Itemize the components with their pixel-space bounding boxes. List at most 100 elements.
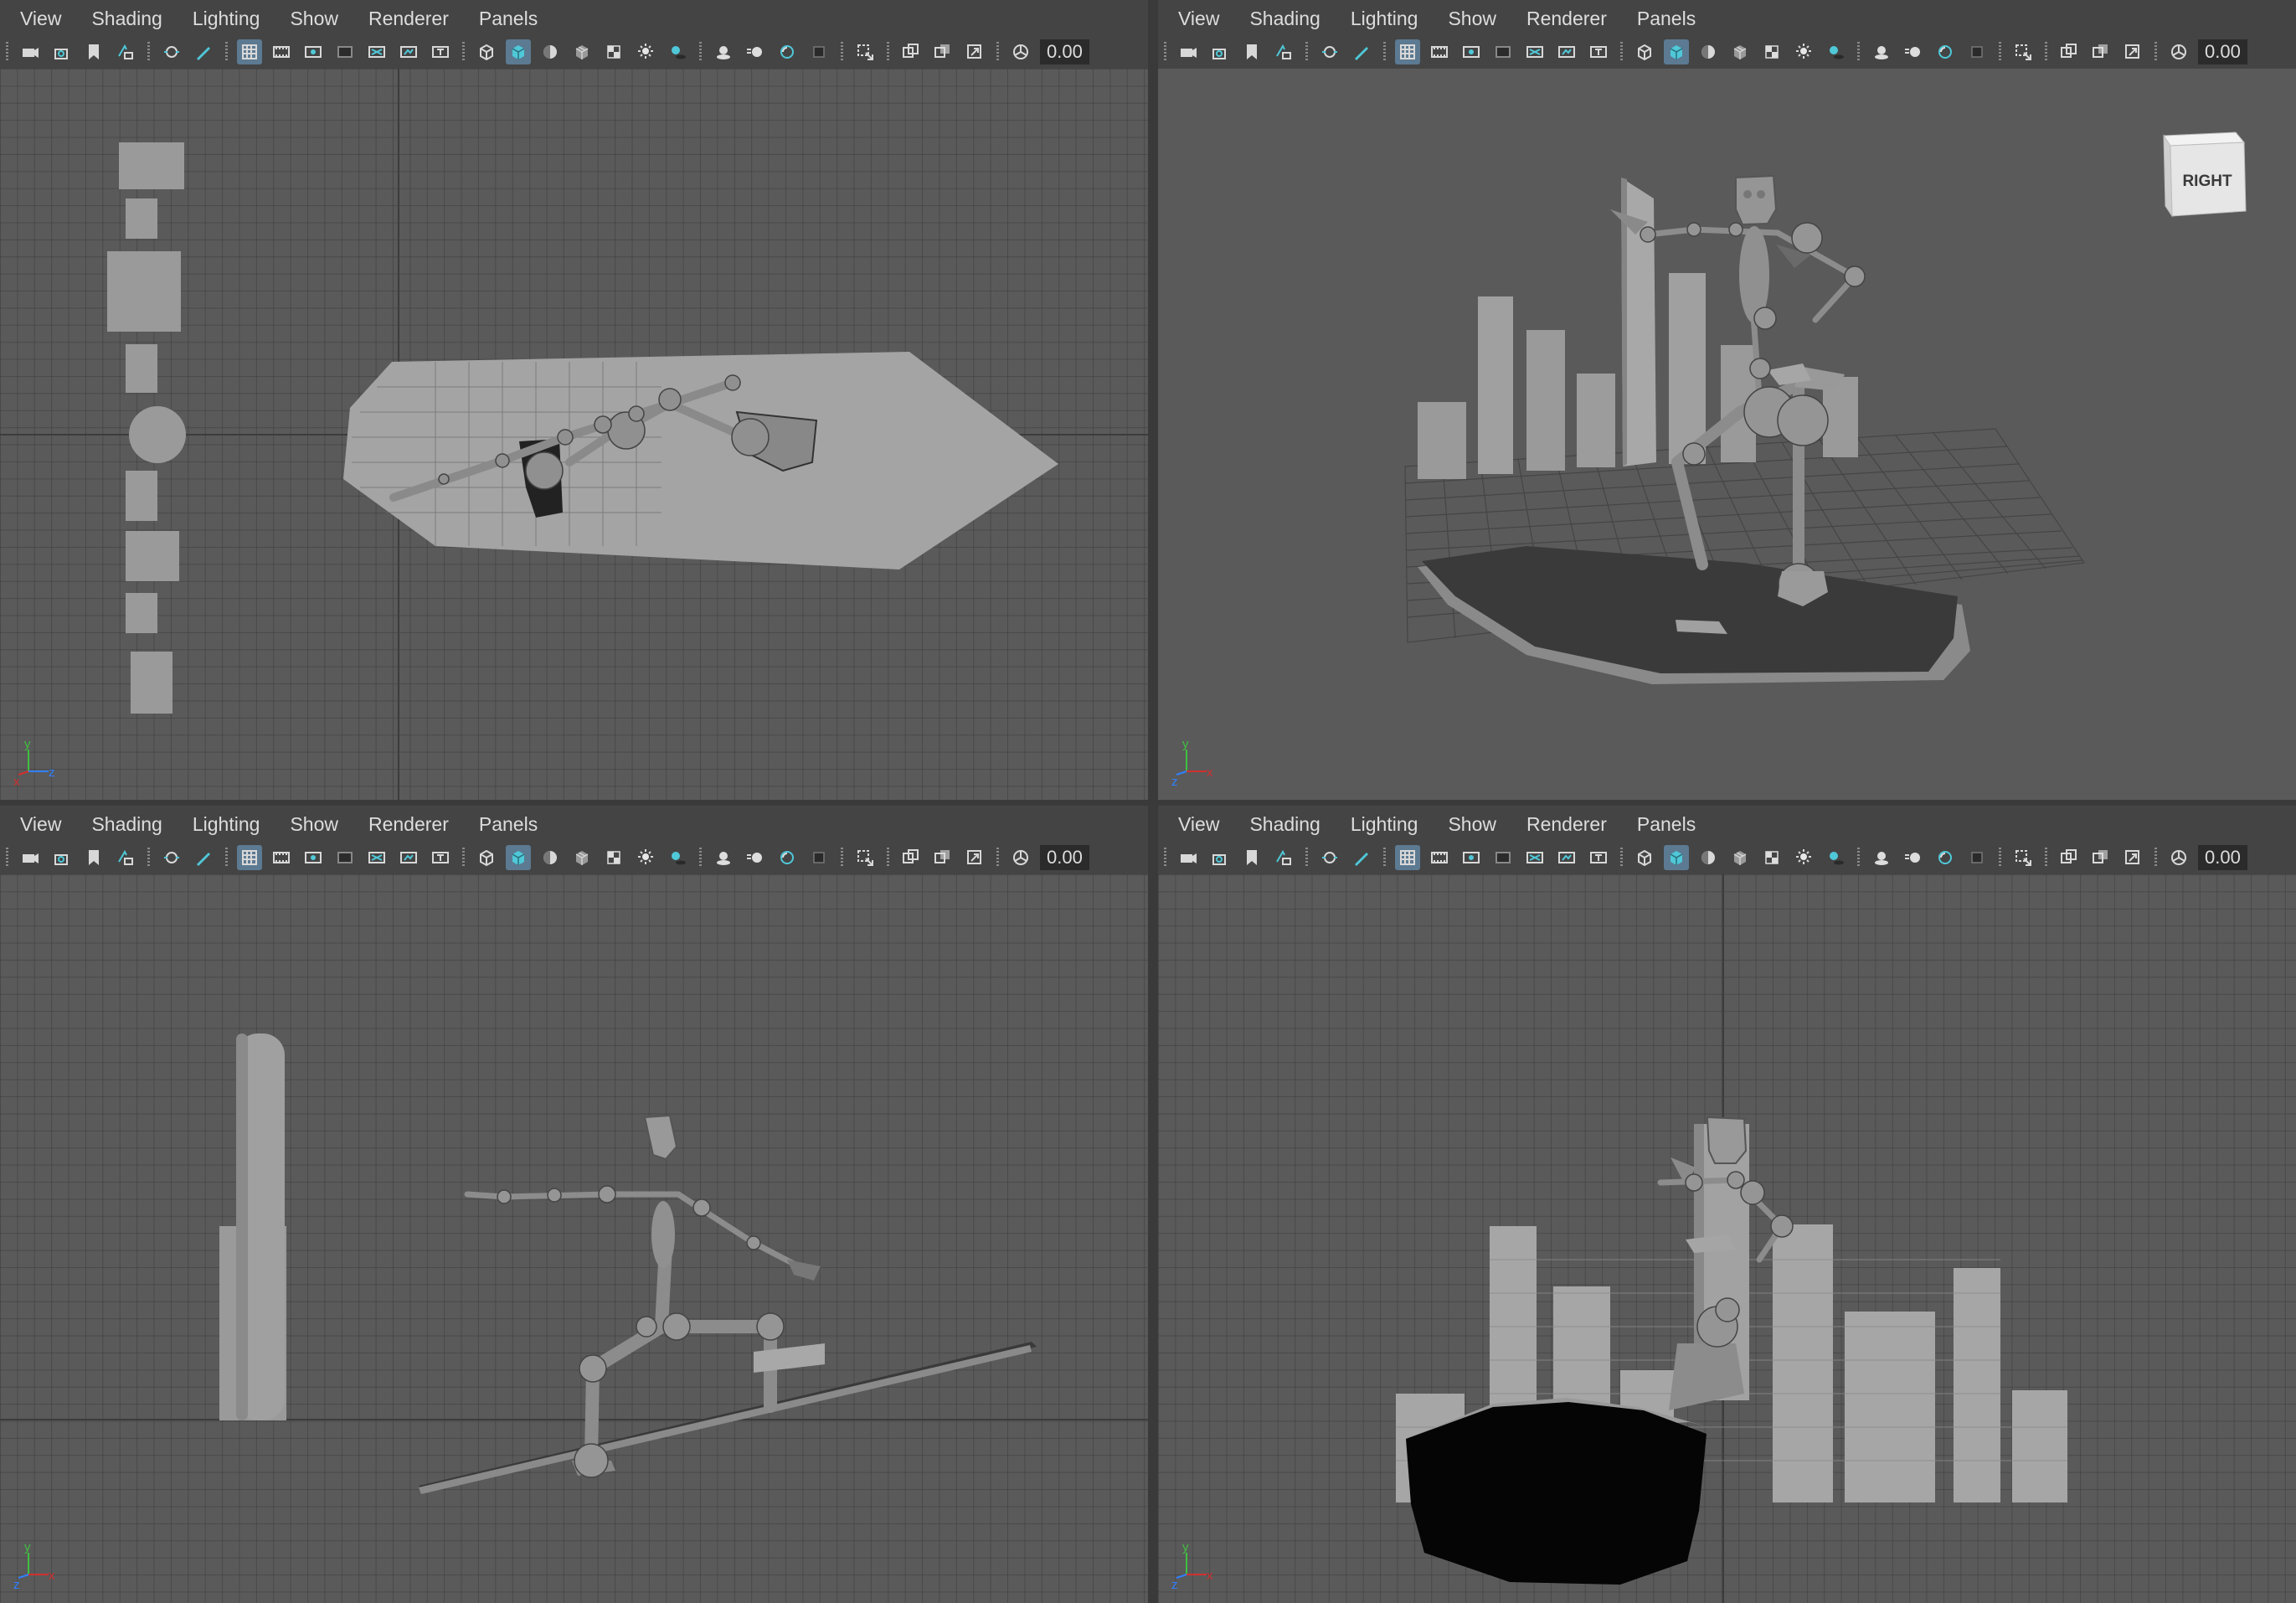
toolbar-separator[interactable]: [462, 848, 465, 868]
wireframe-on-shaded-icon[interactable]: [1727, 845, 1753, 870]
toolbar-separator[interactable]: [1164, 848, 1166, 868]
2d-pan-zoom-icon[interactable]: [159, 39, 184, 64]
use-lights-icon[interactable]: [1791, 845, 1816, 870]
view-cube[interactable]: RIGHT: [2154, 124, 2252, 223]
camera-select-icon[interactable]: [18, 845, 43, 870]
anti-aliasing-icon[interactable]: [1933, 39, 1958, 64]
toolbar-separator[interactable]: [1999, 42, 2001, 62]
image-plane-icon[interactable]: [1271, 39, 1296, 64]
ambient-occlusion-icon[interactable]: [711, 845, 736, 870]
use-lights-icon[interactable]: [633, 845, 658, 870]
resolution-gate-icon[interactable]: [1459, 39, 1484, 64]
default-material-icon[interactable]: [538, 845, 563, 870]
wireframe-on-shaded-icon[interactable]: [569, 39, 595, 64]
grease-pencil-icon[interactable]: [1349, 845, 1374, 870]
exposure-value-field[interactable]: 0.00: [2198, 39, 2247, 64]
safe-action-icon[interactable]: [396, 845, 421, 870]
gate-mask-icon[interactable]: [1490, 39, 1516, 64]
gate-mask-icon[interactable]: [332, 845, 358, 870]
toolbar-separator[interactable]: [699, 848, 702, 868]
wireframe-icon[interactable]: [474, 845, 499, 870]
exposure-value-field[interactable]: 0.00: [2198, 845, 2247, 870]
safe-title-icon[interactable]: [1586, 39, 1611, 64]
toolbar-separator[interactable]: [2045, 848, 2047, 868]
menu-view[interactable]: View: [20, 8, 61, 30]
use-lights-icon[interactable]: [633, 39, 658, 64]
textured-icon[interactable]: [601, 39, 626, 64]
grid-icon[interactable]: [1395, 845, 1420, 870]
menu-shading[interactable]: Shading: [1249, 8, 1320, 30]
toolbar-separator[interactable]: [1383, 42, 1386, 62]
toolbar-separator[interactable]: [1999, 848, 2001, 868]
xray-joints-icon[interactable]: [930, 39, 955, 64]
motion-blur-icon[interactable]: [743, 845, 768, 870]
exposure-value-field[interactable]: 0.00: [1040, 845, 1089, 870]
film-gate-icon[interactable]: [1427, 845, 1452, 870]
film-gate-icon[interactable]: [269, 39, 294, 64]
viewport-side[interactable]: y z x: [0, 874, 1148, 1603]
toolbar-separator[interactable]: [1857, 848, 1860, 868]
panel-perspective-view[interactable]: View Shading Lighting Show Renderer Panels 0.…: [1158, 0, 2296, 800]
safe-title-icon[interactable]: [428, 845, 453, 870]
isolate-select-icon[interactable]: [852, 39, 878, 64]
resolution-gate-icon[interactable]: [301, 39, 326, 64]
image-plane-icon[interactable]: [113, 39, 138, 64]
toolbar-separator[interactable]: [887, 42, 889, 62]
field-chart-icon[interactable]: [1522, 845, 1547, 870]
exposure-value-field[interactable]: 0.00: [1040, 39, 1089, 64]
safe-action-icon[interactable]: [1554, 845, 1579, 870]
xray-active-icon[interactable]: [962, 39, 987, 64]
isolate-select-icon[interactable]: [2010, 845, 2036, 870]
2d-pan-zoom-icon[interactable]: [1317, 39, 1342, 64]
toolbar-separator[interactable]: [1620, 42, 1623, 62]
xray-icon[interactable]: [2057, 845, 2082, 870]
xray-active-icon[interactable]: [2120, 845, 2145, 870]
shadows-icon[interactable]: [665, 39, 690, 64]
viewport-perspective[interactable]: RIGHT y z x: [1158, 69, 2296, 800]
camera-select-icon[interactable]: [1176, 845, 1201, 870]
bookmark-icon[interactable]: [1239, 845, 1264, 870]
motion-blur-icon[interactable]: [1901, 39, 1926, 64]
image-plane-icon[interactable]: [1271, 845, 1296, 870]
depth-of-field-icon[interactable]: [806, 845, 831, 870]
shadows-icon[interactable]: [1823, 845, 1848, 870]
shadows-icon[interactable]: [665, 845, 690, 870]
toolbar-separator[interactable]: [2045, 42, 2047, 62]
menu-renderer[interactable]: Renderer: [368, 813, 449, 836]
ambient-occlusion-icon[interactable]: [1869, 39, 1894, 64]
2d-pan-zoom-icon[interactable]: [159, 845, 184, 870]
2d-pan-zoom-icon[interactable]: [1317, 845, 1342, 870]
field-chart-icon[interactable]: [1522, 39, 1547, 64]
gate-mask-icon[interactable]: [1490, 845, 1516, 870]
menu-lighting[interactable]: Lighting: [193, 8, 260, 30]
menu-shading[interactable]: Shading: [91, 8, 162, 30]
bookmark-icon[interactable]: [1239, 39, 1264, 64]
safe-title-icon[interactable]: [1586, 845, 1611, 870]
isolate-select-icon[interactable]: [2010, 39, 2036, 64]
toolbar-separator[interactable]: [2154, 42, 2157, 62]
viewport-front[interactable]: y z x: [1158, 874, 2296, 1603]
depth-of-field-icon[interactable]: [1964, 39, 1990, 64]
viewport-top[interactable]: y x z: [0, 69, 1148, 800]
wireframe-on-shaded-icon[interactable]: [569, 845, 595, 870]
menu-show[interactable]: Show: [1448, 8, 1496, 30]
panel-front-view[interactable]: View Shading Lighting Show Renderer Panels 0.…: [1158, 806, 2296, 1603]
menu-lighting[interactable]: Lighting: [193, 813, 260, 836]
toolbar-separator[interactable]: [225, 42, 228, 62]
toolbar-separator[interactable]: [699, 42, 702, 62]
wireframe-icon[interactable]: [474, 39, 499, 64]
camera-attributes-icon[interactable]: [1207, 845, 1233, 870]
ambient-occlusion-icon[interactable]: [711, 39, 736, 64]
xray-icon[interactable]: [2057, 39, 2082, 64]
isolate-select-icon[interactable]: [852, 845, 878, 870]
anti-aliasing-icon[interactable]: [775, 39, 800, 64]
safe-action-icon[interactable]: [396, 39, 421, 64]
camera-attributes-icon[interactable]: [1207, 39, 1233, 64]
menu-panels[interactable]: Panels: [1637, 8, 1696, 30]
menu-show[interactable]: Show: [1448, 813, 1496, 836]
resolution-gate-icon[interactable]: [301, 845, 326, 870]
camera-select-icon[interactable]: [18, 39, 43, 64]
depth-of-field-icon[interactable]: [1964, 845, 1990, 870]
wireframe-icon[interactable]: [1632, 39, 1657, 64]
panel-top-view[interactable]: View Shading Lighting Show Renderer Panels 0.…: [0, 0, 1148, 800]
